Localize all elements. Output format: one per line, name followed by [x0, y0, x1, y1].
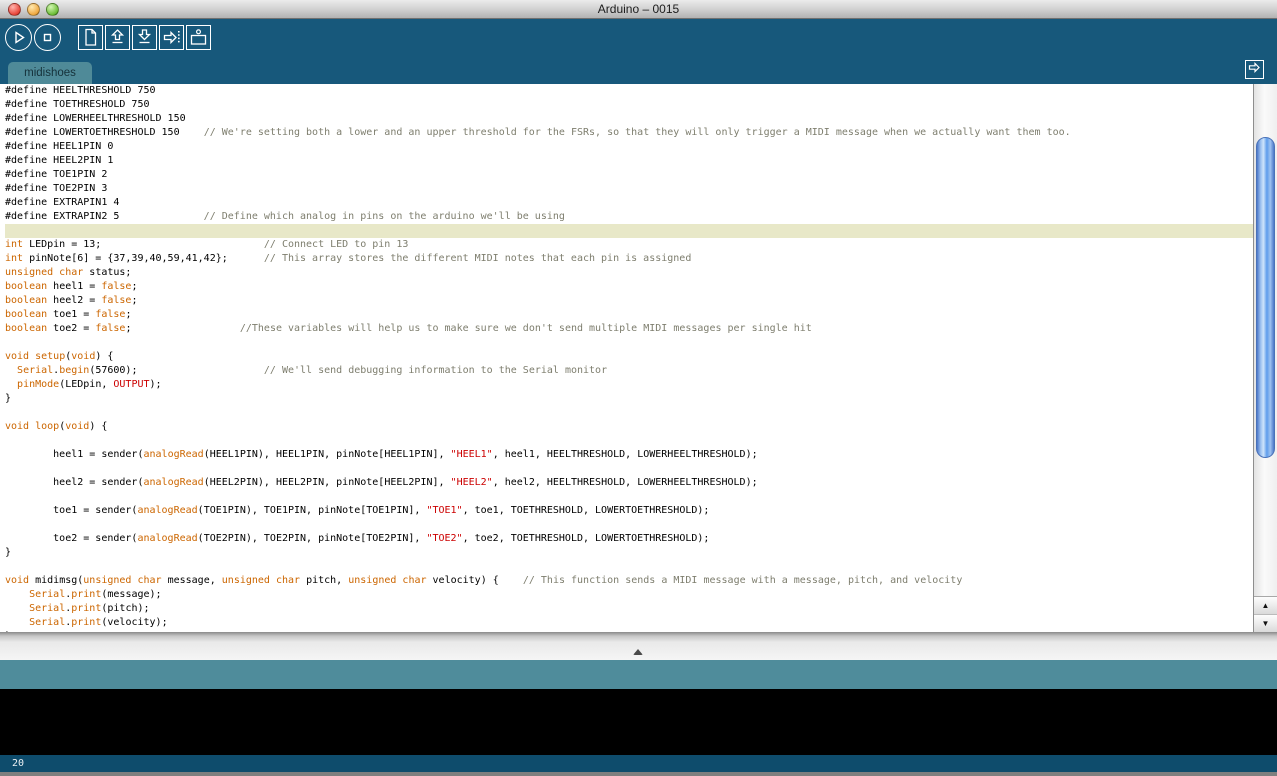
open-button[interactable]	[105, 25, 130, 50]
code-line[interactable]: void loop(void) {	[5, 420, 1277, 434]
scroll-up-button[interactable]: ▲	[1254, 597, 1277, 615]
save-button[interactable]	[132, 25, 157, 50]
triangle-down-icon: ▼	[1261, 619, 1270, 628]
line-number-bar: 20	[0, 755, 1277, 772]
vertical-scrollbar[interactable]: ▲ ▼	[1253, 84, 1277, 632]
code-editor[interactable]: #define HEELTHRESHOLD 750 #define TOETHRE…	[0, 84, 1277, 632]
code-lines[interactable]: #define HEELTHRESHOLD 750 #define TOETHRE…	[0, 84, 1277, 632]
code-line[interactable]: int pinNote[6] = {37,39,40,59,41,42}; //…	[5, 252, 1277, 266]
code-line[interactable]: heel2 = sender(analogRead(HEEL2PIN), HEE…	[5, 476, 1277, 490]
tab-label: midishoes	[24, 67, 76, 79]
scrollbar-buttons: ▲ ▼	[1254, 596, 1277, 632]
verify-button[interactable]	[5, 24, 32, 51]
new-sketch-button[interactable]	[78, 25, 103, 50]
code-line[interactable]: }	[5, 546, 1277, 560]
minimize-button[interactable]	[27, 3, 40, 16]
code-line[interactable]: #define EXTRAPIN2 5 // Define which anal…	[5, 210, 1277, 224]
close-button[interactable]	[8, 3, 21, 16]
monitor-antenna-icon	[187, 26, 210, 49]
arrow-right-box-icon	[1246, 59, 1263, 81]
tabbar: midishoes	[0, 56, 1277, 84]
code-line[interactable]	[5, 518, 1277, 532]
window-bottom-edge	[0, 772, 1277, 776]
code-line[interactable]: unsigned char status;	[5, 266, 1277, 280]
code-line[interactable]: boolean heel2 = false;	[5, 294, 1277, 308]
console-resize-handle[interactable]	[633, 649, 643, 655]
traffic-lights	[8, 3, 59, 16]
code-line[interactable]: boolean heel1 = false;	[5, 280, 1277, 294]
tab-midishoes[interactable]: midishoes	[8, 62, 92, 84]
code-line[interactable]: void midimsg(unsigned char message, unsi…	[5, 574, 1277, 588]
toolbar	[0, 19, 1277, 56]
page-icon	[79, 26, 102, 49]
code-line[interactable]	[5, 224, 1277, 238]
arrow-down-icon	[133, 26, 156, 49]
tab-menu-button[interactable]	[1245, 60, 1264, 79]
code-line[interactable]: toe2 = sender(analogRead(TOE2PIN), TOE2P…	[5, 532, 1277, 546]
window-title: Arduino – 0015	[597, 2, 680, 16]
code-line[interactable]: pinMode(LEDpin, OUTPUT);	[5, 378, 1277, 392]
code-line[interactable]: #define LOWERHEELTHRESHOLD 150	[5, 112, 1277, 126]
serial-monitor-button[interactable]	[186, 25, 211, 50]
code-line[interactable]: Serial.print(velocity);	[5, 616, 1277, 630]
arduino-window: Arduino – 0015 midishoes #define HEELTHR…	[0, 0, 1277, 776]
code-line[interactable]: #define LOWERTOETHRESHOLD 150 // We're s…	[5, 126, 1277, 140]
code-line[interactable]	[5, 406, 1277, 420]
status-strip	[0, 660, 1277, 689]
code-line[interactable]: }	[5, 392, 1277, 406]
code-line[interactable]	[5, 462, 1277, 476]
stop-icon	[35, 25, 60, 50]
code-line[interactable]	[5, 490, 1277, 504]
code-line[interactable]	[5, 336, 1277, 350]
code-line[interactable]: boolean toe2 = false; //These variables …	[5, 322, 1277, 336]
scroll-down-button[interactable]: ▼	[1254, 615, 1277, 632]
code-line[interactable]: Serial.print(message);	[5, 588, 1277, 602]
code-line[interactable]: toe1 = sender(analogRead(TOE1PIN), TOE1P…	[5, 504, 1277, 518]
code-line[interactable]	[5, 434, 1277, 448]
code-line[interactable]: #define TOE1PIN 2	[5, 168, 1277, 182]
zoom-button[interactable]	[46, 3, 59, 16]
arrow-up-icon	[106, 26, 129, 49]
code-line[interactable]: int LEDpin = 13; // Connect LED to pin 1…	[5, 238, 1277, 252]
code-line[interactable]: void setup(void) {	[5, 350, 1277, 364]
status-message-area	[0, 632, 1277, 660]
code-line[interactable]: Serial.begin(57600); // We'll send debug…	[5, 364, 1277, 378]
scrollbar-thumb[interactable]	[1256, 137, 1275, 458]
play-icon	[6, 25, 31, 50]
code-line[interactable]: Serial.print(pitch);	[5, 602, 1277, 616]
code-line[interactable]: #define HEELTHRESHOLD 750	[5, 84, 1277, 98]
current-line-number: 20	[12, 758, 25, 769]
code-line[interactable]	[5, 560, 1277, 574]
code-line[interactable]: #define HEEL2PIN 1	[5, 154, 1277, 168]
triangle-up-icon: ▲	[1261, 601, 1270, 610]
code-line[interactable]: #define TOE2PIN 3	[5, 182, 1277, 196]
code-line[interactable]: boolean toe1 = false;	[5, 308, 1277, 322]
code-line[interactable]: #define TOETHRESHOLD 750	[5, 98, 1277, 112]
code-line[interactable]: #define EXTRAPIN1 4	[5, 196, 1277, 210]
code-line[interactable]: heel1 = sender(analogRead(HEEL1PIN), HEE…	[5, 448, 1277, 462]
stop-button[interactable]	[34, 24, 61, 51]
arrow-right-dotted-icon	[160, 26, 183, 49]
console-output	[0, 689, 1277, 755]
titlebar: Arduino – 0015	[0, 0, 1277, 19]
upload-button[interactable]	[159, 25, 184, 50]
code-line[interactable]: #define HEEL1PIN 0	[5, 140, 1277, 154]
